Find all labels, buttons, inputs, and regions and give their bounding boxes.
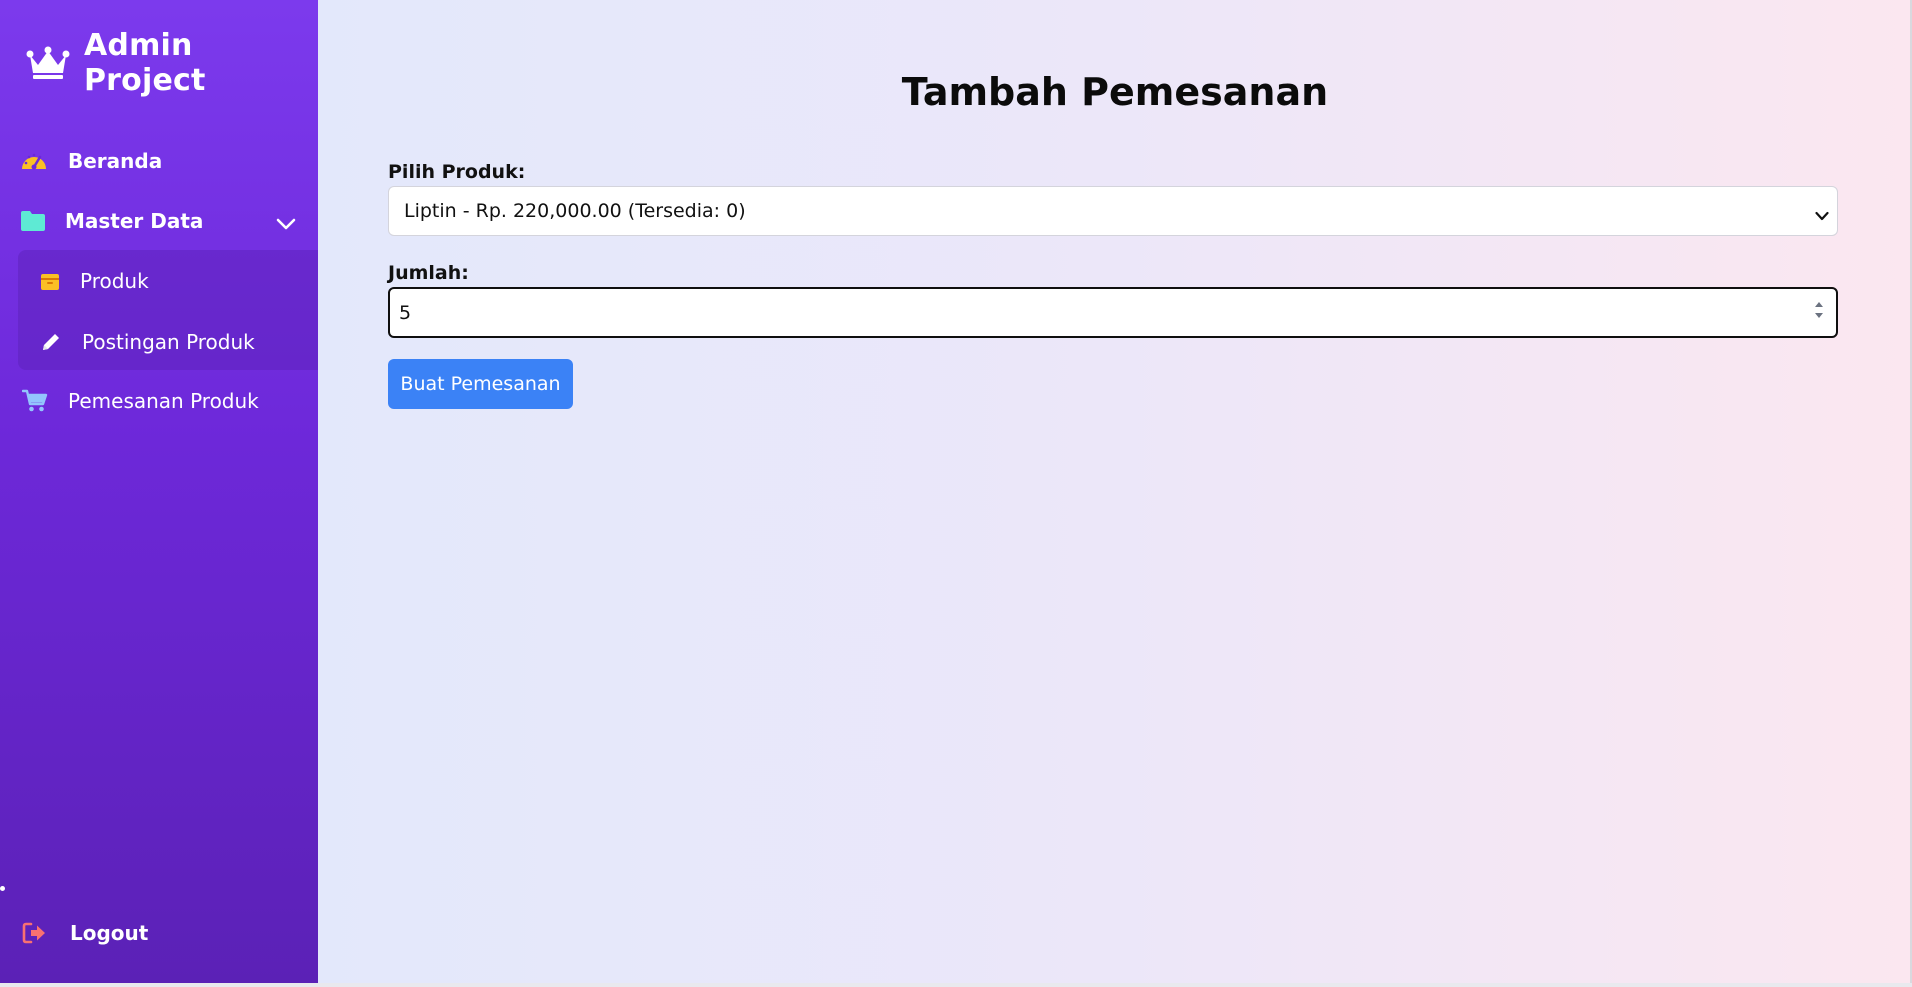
sidebar-item-label: Pemesanan Produk <box>68 389 259 413</box>
sidebar-item-label: Beranda <box>68 149 163 173</box>
sidebar: Admin Project Beranda Master Data Produk… <box>0 0 318 983</box>
chevron-down-icon[interactable] <box>276 211 296 235</box>
product-select[interactable]: Liptin - Rp. 220,000.00 (Tersedia: 0) <box>388 186 1838 236</box>
sidebar-item-postingan-produk[interactable]: Postingan Produk <box>40 320 255 364</box>
quantity-value: 5 <box>399 301 412 324</box>
quantity-input[interactable]: 5 <box>388 287 1838 338</box>
brand-title: Admin Project <box>84 28 206 98</box>
main-content: Tambah Pemesanan Pilih Produk: Liptin - … <box>318 0 1912 983</box>
gauge-icon <box>20 149 48 173</box>
window-bottom-edge <box>0 983 1912 987</box>
buat-pemesanan-button[interactable]: Buat Pemesanan <box>388 359 573 409</box>
cart-icon <box>22 389 48 413</box>
logout-button[interactable]: Logout <box>22 911 148 955</box>
sidebar-item-master-data[interactable]: Master Data <box>20 199 300 243</box>
stepper-down-icon[interactable] <box>1814 312 1824 319</box>
page-title: Tambah Pemesanan <box>901 70 1329 114</box>
sidebar-item-beranda[interactable]: Beranda <box>20 139 162 183</box>
product-label: Pilih Produk: <box>388 161 526 183</box>
folder-icon <box>20 210 46 232</box>
quantity-label: Jumlah: <box>388 262 469 284</box>
crown-icon <box>26 45 70 81</box>
logout-label: Logout <box>70 921 149 945</box>
sidebar-item-produk[interactable]: Produk <box>40 259 149 303</box>
stepper-up-icon[interactable] <box>1814 301 1824 308</box>
pencil-icon <box>40 331 62 353</box>
sidebar-item-label: Postingan Produk <box>82 330 255 354</box>
brand[interactable]: Admin Project <box>26 28 318 98</box>
sidebar-item-label: Produk <box>80 269 149 293</box>
sidebar-item-pemesanan-produk[interactable]: Pemesanan Produk <box>22 379 259 423</box>
chevron-down-icon <box>1815 204 1829 226</box>
logout-icon <box>22 922 48 944</box>
edge-dot <box>0 886 5 891</box>
product-select-value: Liptin - Rp. 220,000.00 (Tersedia: 0) <box>404 200 746 222</box>
sidebar-item-label: Master Data <box>65 209 204 233</box>
app-window: Admin Project Beranda Master Data Produk… <box>0 0 1912 987</box>
quantity-stepper[interactable] <box>1814 301 1824 319</box>
box-icon <box>40 271 60 291</box>
